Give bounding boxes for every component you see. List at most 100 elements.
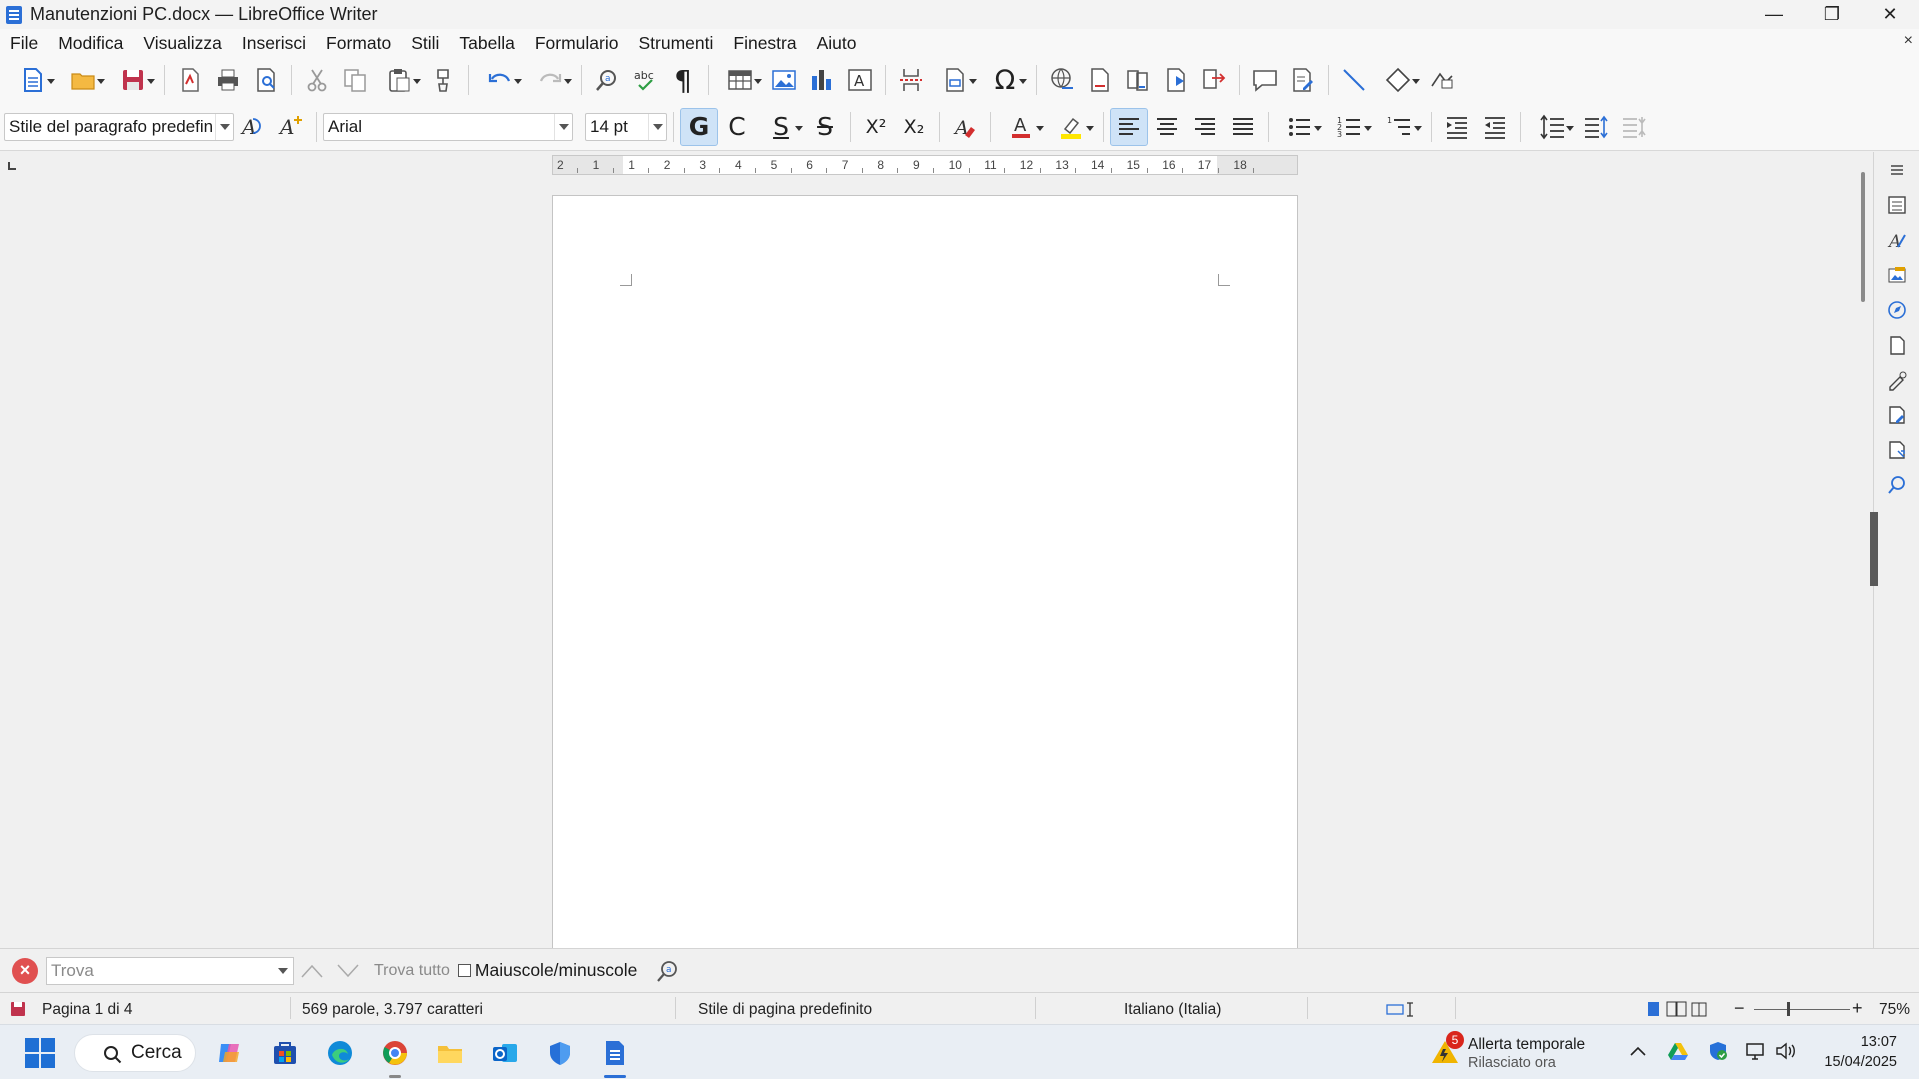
horizontal-ruler[interactable]: 2 1 1 2 3 4 5 6 7 8 9 10 11 12 13 14 15 16 17 18 xyxy=(552,155,1298,175)
zoom-in-icon[interactable]: + xyxy=(1852,998,1863,1019)
clear-formatting-icon[interactable]: A xyxy=(946,108,984,146)
formatting-marks-icon[interactable]: ¶ xyxy=(664,61,702,99)
properties-icon[interactable] xyxy=(1874,187,1919,222)
strikethrough-button[interactable]: S xyxy=(806,108,844,146)
justify-icon[interactable] xyxy=(1224,108,1262,146)
paste-icon[interactable] xyxy=(374,61,424,99)
font-name-select[interactable]: Arial xyxy=(323,112,573,141)
tab-type-selector[interactable] xyxy=(8,162,16,170)
new-style-icon[interactable]: A xyxy=(272,108,310,146)
underline-button[interactable]: S xyxy=(756,108,806,146)
network-icon[interactable] xyxy=(1744,1039,1768,1063)
align-left-icon[interactable] xyxy=(1110,107,1148,146)
zoom-slider-track[interactable] xyxy=(1754,1009,1850,1010)
style-inspector-icon[interactable] xyxy=(1874,362,1919,397)
manage-changes-icon[interactable] xyxy=(1874,397,1919,432)
print-icon[interactable] xyxy=(209,61,247,99)
insert-table-icon[interactable] xyxy=(715,61,765,99)
page-style[interactable]: Stile di pagina predefinito xyxy=(698,1001,872,1019)
update-style-icon[interactable]: A xyxy=(234,108,272,146)
word-count[interactable]: 569 parole, 3.797 caratteri xyxy=(302,1001,483,1019)
paragraph-style-select[interactable]: Stile del paragrafo predefin xyxy=(4,112,234,141)
chevron-down-icon[interactable] xyxy=(215,113,233,140)
match-case-checkbox[interactable] xyxy=(457,964,471,977)
bold-button[interactable]: G xyxy=(680,107,718,146)
google-drive-icon[interactable] xyxy=(1666,1039,1690,1063)
bookmark-icon[interactable] xyxy=(1157,61,1195,99)
edge-icon[interactable] xyxy=(320,1033,360,1073)
menu-tabella[interactable]: Tabella xyxy=(459,33,514,54)
page-count[interactable]: Pagina 1 di 4 xyxy=(42,1001,133,1019)
save-icon[interactable] xyxy=(108,61,158,99)
menu-modifica[interactable]: Modifica xyxy=(58,33,123,54)
special-character-icon[interactable]: Ω xyxy=(980,61,1030,99)
zoom-level[interactable]: 75% xyxy=(1879,1001,1910,1019)
menu-formato[interactable]: Formato xyxy=(326,33,391,54)
zoom-out-icon[interactable]: − xyxy=(1734,998,1745,1019)
find-replace-dialog-icon[interactable]: a xyxy=(649,952,687,990)
find-replace-icon[interactable]: a xyxy=(588,61,626,99)
start-icon[interactable] xyxy=(20,1033,60,1073)
basic-shapes-icon[interactable] xyxy=(1373,61,1423,99)
highlight-color-button[interactable] xyxy=(1047,108,1097,146)
outline-list-icon[interactable]: 1 xyxy=(1375,108,1425,146)
find-next-icon[interactable] xyxy=(330,957,366,985)
menu-aiuto[interactable]: Aiuto xyxy=(817,33,857,54)
open-folder-icon[interactable] xyxy=(58,61,108,99)
document-area[interactable]: 2 1 1 2 3 4 5 6 7 8 9 10 11 12 13 14 15 16 17 18 xyxy=(0,152,1875,955)
view-layout-icon[interactable] xyxy=(1646,1001,1708,1017)
decrease-indent-icon[interactable] xyxy=(1476,108,1514,146)
close-window-button[interactable]: ✕ xyxy=(1861,0,1919,29)
cut-icon[interactable] xyxy=(298,61,336,99)
scrollbar-thumb[interactable] xyxy=(1861,172,1865,302)
design-icon[interactable] xyxy=(1874,432,1919,467)
menu-strumenti[interactable]: Strumenti xyxy=(639,33,714,54)
language-status[interactable]: Italiano (Italia) xyxy=(1124,1001,1221,1019)
weather-widget[interactable]: 5 Allerta temporale Rilasciato ora xyxy=(1426,1031,1626,1075)
page-icon[interactable] xyxy=(1874,327,1919,362)
taskbar-search[interactable]: Cerca xyxy=(74,1034,196,1072)
find-sidebar-icon[interactable] xyxy=(1874,467,1919,502)
volume-icon[interactable] xyxy=(1774,1039,1798,1063)
chevron-down-icon[interactable] xyxy=(554,113,572,140)
outlook-icon[interactable] xyxy=(485,1033,525,1073)
security-shield-icon[interactable] xyxy=(1706,1039,1730,1063)
copilot-icon[interactable] xyxy=(210,1033,250,1073)
menu-file[interactable]: File xyxy=(10,33,38,54)
close-find-icon[interactable]: × xyxy=(12,957,38,984)
chevron-down-icon[interactable] xyxy=(273,958,293,984)
close-document-icon[interactable]: × xyxy=(1904,32,1913,50)
file-explorer-icon[interactable] xyxy=(430,1033,470,1073)
draw-functions-icon[interactable] xyxy=(1423,61,1461,99)
new-document-icon[interactable] xyxy=(8,61,58,99)
font-size-select[interactable]: 14 pt xyxy=(585,112,667,141)
show-hidden-icons-icon[interactable] xyxy=(1626,1039,1650,1063)
increase-indent-icon[interactable] xyxy=(1438,108,1476,146)
comment-icon[interactable] xyxy=(1246,61,1284,99)
navigator-icon[interactable] xyxy=(1874,292,1919,327)
document-page[interactable] xyxy=(552,195,1298,955)
page-break-icon[interactable] xyxy=(892,61,930,99)
maximize-button[interactable]: ❐ xyxy=(1803,0,1861,29)
bullet-list-icon[interactable] xyxy=(1275,108,1325,146)
styles-icon[interactable]: A xyxy=(1874,222,1919,257)
insert-chart-icon[interactable] xyxy=(803,61,841,99)
subscript-button[interactable]: X₂ xyxy=(895,108,933,146)
spelling-icon[interactable]: abc xyxy=(626,61,664,99)
system-clock[interactable]: 13:07 15/04/2025 xyxy=(1824,1032,1897,1072)
export-pdf-icon[interactable] xyxy=(171,61,209,99)
find-all-button[interactable]: Trova tutto xyxy=(374,962,450,980)
italic-button[interactable]: C xyxy=(718,108,756,146)
chevron-down-icon[interactable] xyxy=(648,113,666,140)
footnote-icon[interactable] xyxy=(1081,61,1119,99)
insert-image-icon[interactable] xyxy=(765,61,803,99)
menu-stili[interactable]: Stili xyxy=(411,33,439,54)
redo-icon[interactable] xyxy=(525,61,575,99)
find-previous-icon[interactable] xyxy=(294,957,330,985)
store-icon[interactable] xyxy=(265,1033,305,1073)
menu-visualizza[interactable]: Visualizza xyxy=(143,33,221,54)
insert-mode-icon[interactable] xyxy=(1386,1002,1418,1017)
writer-taskbar-icon[interactable] xyxy=(595,1033,635,1073)
hyperlink-icon[interactable] xyxy=(1043,61,1081,99)
minimize-button[interactable]: — xyxy=(1745,0,1803,29)
